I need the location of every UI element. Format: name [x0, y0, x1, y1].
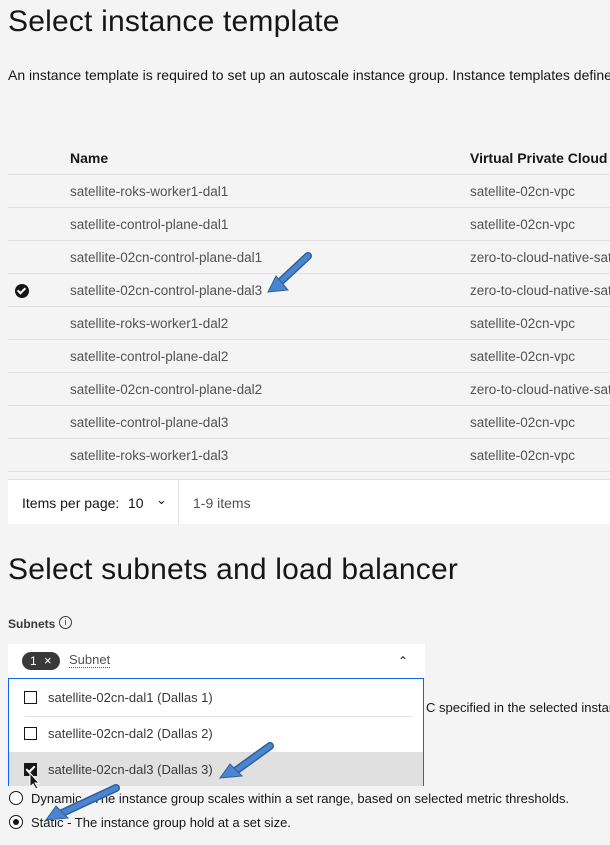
template-name-cell: satellite-roks-worker1-dal1 — [70, 174, 470, 208]
vpc-cell: satellite-02cn-vpc — [470, 405, 610, 439]
table-row[interactable]: satellite-roks-worker1-dal1 satellite-02c… — [8, 174, 610, 208]
vpc-cell: satellite-02cn-vpc — [470, 207, 610, 241]
vpc-cell: zero-to-cloud-native-sat — [470, 273, 610, 307]
vpc-cell: satellite-02cn-vpc — [470, 174, 610, 208]
row-select-cell[interactable] — [8, 405, 70, 439]
chevron-down-icon[interactable]: ⌄ — [156, 492, 167, 508]
mouse-cursor-icon — [29, 772, 41, 790]
row-select-cell[interactable] — [8, 438, 70, 472]
template-name-cell: satellite-02cn-control-plane-dal2 — [70, 372, 470, 406]
subnet-option-dal1[interactable]: satellite-02cn-dal1 (Dallas 1) — [9, 680, 423, 716]
row-select-cell[interactable] — [8, 372, 70, 406]
subnet-option-label: satellite-02cn-dal2 (Dallas 2) — [48, 726, 213, 741]
checkbox[interactable] — [24, 727, 37, 740]
items-per-page-label: Items per page: — [22, 495, 120, 511]
selected-count: 1 — [30, 654, 37, 668]
template-description: An instance template is required to set … — [8, 67, 610, 83]
annotation-arrow-static — [44, 784, 120, 821]
row-select-cell[interactable] — [8, 339, 70, 373]
row-select-cell[interactable] — [8, 174, 70, 208]
subnet-option-label: satellite-02cn-dal1 (Dallas 1) — [48, 690, 213, 705]
column-header-vpc[interactable]: Virtual Private Cloud — [470, 141, 610, 175]
row-select-cell[interactable] — [8, 273, 70, 307]
pagination-bar: Items per page: 10 ⌄ 1-9 items — [8, 479, 610, 524]
table-row[interactable]: satellite-control-plane-dal3 satellite-02… — [8, 405, 610, 439]
vpc-cell: satellite-02cn-vpc — [470, 438, 610, 472]
template-name-cell: satellite-roks-worker1-dal3 — [70, 438, 470, 472]
table-row[interactable]: satellite-roks-worker1-dal3 satellite-02c… — [8, 438, 610, 472]
template-title: Select instance template — [8, 5, 340, 38]
subnet-option-dal3[interactable]: satellite-02cn-dal3 (Dallas 3) — [9, 752, 423, 786]
subnet-title: Select subnets and load balancer — [8, 553, 459, 586]
subnet-dropdown-menu: satellite-02cn-dal1 (Dallas 1) satellite… — [8, 678, 424, 786]
row-select-cell[interactable] — [8, 207, 70, 241]
column-header-name[interactable]: Name — [70, 141, 470, 175]
checkbox[interactable] — [24, 691, 37, 704]
subnet-placeholder: Subnet — [69, 652, 111, 668]
row-select-cell[interactable] — [8, 240, 70, 274]
table-row[interactable]: satellite-roks-worker1-dal2 satellite-02c… — [8, 306, 610, 340]
chevron-up-icon[interactable]: ⌃ — [398, 654, 408, 668]
row-select-cell[interactable] — [8, 306, 70, 340]
template-name-cell: satellite-control-plane-dal3 — [70, 405, 470, 439]
radio-dynamic[interactable] — [9, 791, 23, 805]
subnet-option-label: satellite-02cn-dal3 (Dallas 3) — [48, 762, 213, 777]
vpc-cell: satellite-02cn-vpc — [470, 339, 610, 373]
clear-selection-icon[interactable]: × — [44, 653, 52, 668]
subnet-option-dal2[interactable]: satellite-02cn-dal2 (Dallas 2) — [9, 716, 423, 752]
obscured-description-text: C specified in the selected instan — [426, 700, 610, 715]
annotation-arrow-subnet — [218, 742, 274, 779]
radio-static[interactable] — [9, 815, 23, 829]
table-row[interactable]: satellite-02cn-control-plane-dal2 zero-to… — [8, 372, 610, 406]
info-icon[interactable]: i — [59, 616, 72, 629]
vpc-cell: satellite-02cn-vpc — [470, 306, 610, 340]
items-range: 1-9 items — [193, 495, 251, 511]
template-name-cell: satellite-control-plane-dal1 — [70, 207, 470, 241]
subnets-label: Subnets — [8, 617, 56, 631]
vpc-cell: zero-to-cloud-native-sat — [470, 372, 610, 406]
annotation-arrow-template — [267, 252, 312, 293]
table-header-row: Name Virtual Private Cloud — [8, 141, 610, 175]
checkmark-icon — [15, 283, 29, 298]
selected-count-tag: 1 × — [22, 652, 60, 670]
table-row[interactable]: satellite-control-plane-dal1 satellite-02… — [8, 207, 610, 241]
items-per-page-select[interactable]: 10 — [128, 495, 144, 511]
template-table: Name Virtual Private Cloud satellite-rok… — [8, 141, 610, 472]
template-name-cell: satellite-roks-worker1-dal2 — [70, 306, 470, 340]
template-name-cell: satellite-control-plane-dal2 — [70, 339, 470, 373]
subnet-multiselect[interactable]: 1 × Subnet ⌃ — [8, 644, 425, 678]
table-row[interactable]: satellite-control-plane-dal2 satellite-02… — [8, 339, 610, 373]
vpc-cell: zero-to-cloud-native-sat — [470, 240, 610, 274]
pager-divider — [178, 480, 179, 524]
